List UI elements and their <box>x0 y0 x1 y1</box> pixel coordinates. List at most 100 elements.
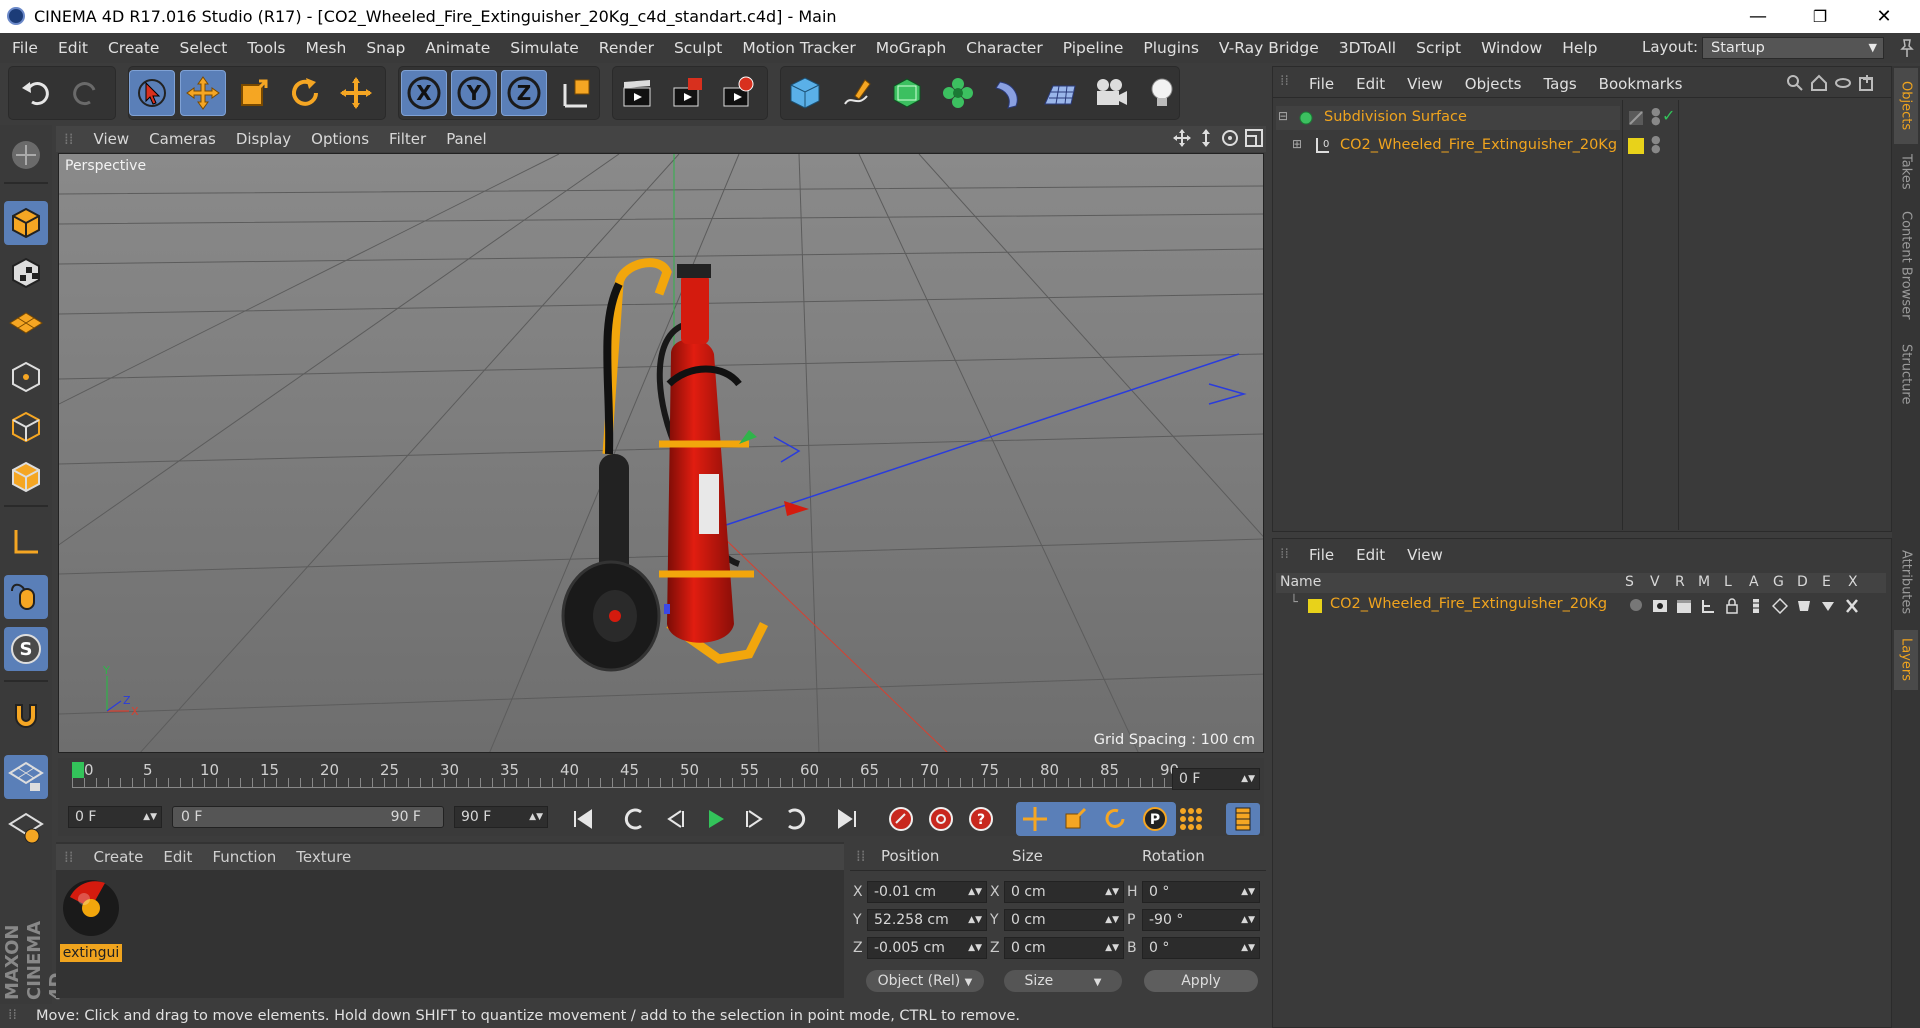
live-selection-button[interactable] <box>129 70 175 116</box>
lock-icon[interactable] <box>1724 598 1740 614</box>
column-animation[interactable]: A <box>1749 574 1759 590</box>
menu-create[interactable]: Create <box>98 39 170 57</box>
render-region-button[interactable] <box>664 70 710 116</box>
layer-menu-edit[interactable]: Edit <box>1356 546 1385 564</box>
menu-render[interactable]: Render <box>589 39 664 57</box>
render-settings-button[interactable] <box>714 70 760 116</box>
eye-icon[interactable] <box>1652 598 1668 614</box>
menu-tools[interactable]: Tools <box>237 39 295 57</box>
tab-content-browser[interactable]: Content Browser <box>1894 200 1918 330</box>
menu-edit[interactable]: Edit <box>48 39 98 57</box>
rotation-b-field[interactable]: 0 ° ▲▼ <box>1142 937 1260 959</box>
polygons-mode-button[interactable] <box>4 455 48 499</box>
key-scale-button[interactable] <box>1058 803 1092 835</box>
menu-select[interactable]: Select <box>169 39 237 57</box>
expand-icon[interactable]: ⊞ <box>1292 137 1302 151</box>
maximize-button[interactable]: ❐ <box>1789 0 1851 33</box>
column-locked[interactable]: L <box>1724 574 1732 590</box>
z-axis-button[interactable]: Z <box>501 70 547 116</box>
tab-structure[interactable]: Structure <box>1894 334 1918 414</box>
column-expressions[interactable]: E <box>1822 574 1831 590</box>
visibility-toggle-icon[interactable] <box>1628 110 1644 126</box>
editor-render-dots[interactable]: ● ● <box>1651 134 1661 154</box>
keyframe-selection-button[interactable]: ? <box>964 803 998 835</box>
editor-render-dots[interactable]: ● ● <box>1651 106 1661 126</box>
lock-workplane-button[interactable] <box>4 755 48 799</box>
column-name[interactable]: Name <box>1280 574 1321 590</box>
material-menu-create[interactable]: Create <box>84 848 154 866</box>
new-window-icon[interactable] <box>1858 74 1876 92</box>
playhead-marker[interactable] <box>72 762 84 778</box>
key-rotation-button[interactable] <box>1098 803 1132 835</box>
column-xref[interactable]: X <box>1848 574 1858 590</box>
viewport-menu-panel[interactable]: Panel <box>436 130 496 148</box>
menu-snap[interactable]: Snap <box>356 39 415 57</box>
om-menu-bookmarks[interactable]: Bookmarks <box>1599 75 1683 93</box>
size-y-field[interactable]: 0 cm ▲▼ <box>1004 909 1124 931</box>
pin-icon[interactable] <box>1898 38 1916 58</box>
apply-button[interactable]: Apply <box>1144 970 1258 992</box>
viewport-perspective[interactable]: Y X Z Perspective Grid Spacing : 100 cm <box>58 153 1264 753</box>
key-pla-button[interactable] <box>1174 803 1208 835</box>
undo-button[interactable] <box>14 70 60 116</box>
snap-button[interactable]: S <box>4 627 48 671</box>
coordinate-system-button[interactable] <box>553 70 599 116</box>
magnet-button[interactable] <box>4 693 48 737</box>
render-clapper-icon[interactable] <box>1676 598 1692 614</box>
column-deformers[interactable]: D <box>1797 574 1808 590</box>
column-manager[interactable]: M <box>1698 574 1710 590</box>
position-z-field[interactable]: -0.005 cm ▲▼ <box>867 937 987 959</box>
y-axis-button[interactable]: Y <box>451 70 497 116</box>
light-button[interactable] <box>1139 70 1185 116</box>
animation-film-icon[interactable] <box>1748 598 1764 614</box>
render-view-button[interactable] <box>614 70 660 116</box>
make-editable-button[interactable] <box>4 133 48 177</box>
link-icon[interactable] <box>1834 74 1852 92</box>
subdivision-button[interactable] <box>884 70 930 116</box>
key-parameter-button[interactable]: P <box>1138 803 1172 835</box>
size-z-field[interactable]: 0 cm ▲▼ <box>1004 937 1124 959</box>
layer-menu-file[interactable]: File <box>1309 546 1334 564</box>
timeline-window-button[interactable] <box>1226 803 1260 835</box>
size-x-field[interactable]: 0 cm ▲▼ <box>1004 881 1124 903</box>
minimize-button[interactable]: — <box>1727 0 1789 33</box>
camera-button[interactable] <box>1088 70 1134 116</box>
position-y-field[interactable]: 52.258 cm ▲▼ <box>867 909 987 931</box>
material-swatch[interactable]: extingui <box>60 877 122 962</box>
menu-3dtoall[interactable]: 3DToAll <box>1329 39 1406 57</box>
om-menu-view[interactable]: View <box>1407 75 1443 93</box>
deformer-button[interactable] <box>986 70 1032 116</box>
menu-motion-tracker[interactable]: Motion Tracker <box>732 39 865 57</box>
menu-mograph[interactable]: MoGraph <box>866 39 956 57</box>
previous-frame-button[interactable] <box>658 803 692 835</box>
recent-tools-button[interactable] <box>333 70 379 116</box>
object-name-extinguisher[interactable]: CO2_Wheeled_Fire_Extinguisher_20Kg <box>1340 137 1617 153</box>
maximize-view-icon[interactable] <box>1244 128 1264 148</box>
menu-character[interactable]: Character <box>956 39 1053 57</box>
menu-script[interactable]: Script <box>1406 39 1471 57</box>
timeline[interactable]: 0 5 10 15 20 25 30 35 40 45 50 55 60 65 … <box>58 758 1264 800</box>
menu-pipeline[interactable]: Pipeline <box>1053 39 1134 57</box>
zoom-icon[interactable] <box>1196 128 1216 148</box>
rotate-tool-button[interactable] <box>282 70 328 116</box>
om-menu-tags[interactable]: Tags <box>1543 75 1576 93</box>
redo-button[interactable] <box>62 70 108 116</box>
manager-hierarchy-icon[interactable] <box>1700 598 1716 614</box>
go-to-start-button[interactable] <box>566 803 600 835</box>
viewport-menu-view[interactable]: View <box>84 130 140 148</box>
axis-mode-button[interactable] <box>4 520 48 564</box>
menu-window[interactable]: Window <box>1471 39 1552 57</box>
layer-menu-view[interactable]: View <box>1407 546 1443 564</box>
coordinate-mode-dropdown[interactable]: Object (Rel) ▼ <box>866 970 984 992</box>
x-axis-button[interactable]: X <box>401 70 447 116</box>
material-menu-function[interactable]: Function <box>202 848 286 866</box>
om-menu-objects[interactable]: Objects <box>1465 75 1522 93</box>
om-menu-edit[interactable]: Edit <box>1356 75 1385 93</box>
close-button[interactable]: ✕ <box>1853 0 1915 33</box>
model-mode-button[interactable] <box>4 201 48 245</box>
menu-mesh[interactable]: Mesh <box>296 39 357 57</box>
tab-attributes[interactable]: Attributes <box>1894 540 1918 624</box>
rotation-p-field[interactable]: -90 ° ▲▼ <box>1142 909 1260 931</box>
column-generators[interactable]: G <box>1773 574 1784 590</box>
previous-key-button[interactable] <box>618 803 652 835</box>
